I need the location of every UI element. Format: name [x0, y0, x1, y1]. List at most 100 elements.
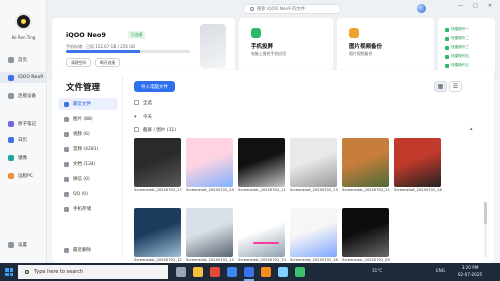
store-icon[interactable] — [261, 267, 271, 277]
file-nav-label: 手机存储 — [73, 207, 91, 212]
disconnect-button[interactable]: 断开连接 — [95, 58, 121, 67]
sidebar-item[interactable]: 日历 — [0, 134, 47, 145]
quick-action-item[interactable]: 快捷操作五 — [445, 63, 469, 68]
search-input[interactable]: 搜索 iQOO Neo9 的文件 — [243, 4, 341, 14]
sidebar-item[interactable]: 首页 — [0, 54, 47, 65]
remote-pc-icon — [8, 172, 14, 179]
brand-logo — [15, 13, 32, 30]
file-nav-item[interactable]: 文档 (134) — [58, 158, 118, 170]
file-thumbnail[interactable] — [186, 138, 233, 187]
selection-highlight — [253, 242, 279, 244]
plus-icon — [8, 92, 14, 99]
feature-title: 手机投屏 — [251, 44, 274, 50]
device-card: iQOO Neo9 已连接 手机存储：已用 152.67 GB / 256 GB… — [52, 18, 235, 74]
search-icon — [25, 270, 29, 274]
audio-icon — [64, 146, 69, 152]
sidebar-item-label: 原子笔记 — [18, 121, 36, 127]
quick-action-label: 快捷操作五 — [451, 63, 469, 67]
quick-action-icon — [445, 54, 449, 59]
weather-text[interactable]: 31°C — [372, 268, 382, 273]
file-explorer-icon[interactable] — [193, 267, 203, 277]
collapse-icon[interactable]: ▾ — [134, 114, 137, 120]
quick-action-icon — [445, 45, 449, 50]
task-view-icon[interactable] — [176, 267, 186, 277]
file-nav-item[interactable]: 最近文件 — [58, 98, 118, 110]
file-thumbnail[interactable] — [394, 138, 441, 187]
app-icon[interactable] — [295, 267, 305, 277]
taskbar-search-input[interactable]: Type here to search — [18, 265, 168, 279]
sidebar: Ke Ren Ting 首页 iQOO Neo9 连接设备 原子笔记 日历 镜像 远程PC … — [0, 0, 47, 263]
sidebar-item-settings[interactable]: 设置 — [0, 239, 47, 250]
quick-action-item[interactable]: 快捷操作一 — [445, 27, 469, 32]
chevron-up-icon[interactable]: ▴ — [470, 126, 473, 132]
import-button[interactable]: 导入电脑文件 — [134, 81, 175, 92]
wechat-icon — [64, 176, 69, 182]
storage-bar-fill — [66, 50, 141, 53]
feature-subtitle: 电脑上操控手机应用 — [251, 51, 287, 56]
scrollbar-thumb[interactable] — [484, 202, 487, 224]
chrome-icon[interactable] — [210, 267, 220, 277]
language-indicator[interactable]: ENG — [436, 268, 445, 273]
file-thumbnail[interactable] — [342, 208, 389, 257]
file-nav-item[interactable]: 音频 (4281) — [58, 143, 118, 155]
feature-card-backup[interactable]: 图片视频备份 图片视频备份 — [337, 18, 434, 74]
vivo-office-icon[interactable] — [244, 267, 254, 277]
divider — [122, 76, 123, 257]
file-thumbnail[interactable] — [290, 208, 337, 257]
gear-icon — [8, 241, 14, 248]
quick-action-icon — [445, 36, 449, 41]
minimize-button[interactable]: — — [458, 3, 463, 9]
mirror-icon — [8, 154, 14, 161]
select-all-checkbox[interactable] — [134, 100, 139, 105]
quick-action-item[interactable]: 快捷操作二 — [445, 36, 469, 41]
file-nav-label: 最近文件 — [73, 102, 91, 107]
file-name: Screenshot_20250702_212218.jpg — [342, 188, 390, 192]
quick-action-label: 快捷操作一 — [451, 27, 469, 31]
sidebar-item-label: 日历 — [18, 137, 27, 143]
quick-action-icon — [445, 27, 449, 32]
quick-action-label: 快捷操作三 — [451, 45, 469, 49]
feature-card-screen-cast[interactable]: 手机投屏 电脑上操控手机应用 — [239, 18, 333, 74]
sidebar-item[interactable]: 镜像 — [0, 152, 47, 163]
file-nav-label: 微信 (0) — [73, 177, 90, 182]
file-thumbnail[interactable] — [134, 138, 181, 187]
file-thumbnail[interactable] — [238, 138, 285, 187]
select-all-label: 全选 — [143, 101, 152, 106]
home-icon — [8, 56, 14, 63]
quick-action-item[interactable]: 快捷操作四 — [445, 54, 469, 59]
recently-deleted[interactable]: 最近删除 — [58, 244, 118, 256]
file-name: Screenshot_20250702_160918.jpg — [394, 188, 442, 192]
file-nav-item[interactable]: 手机存储 — [58, 203, 118, 215]
photos-icon[interactable] — [278, 267, 288, 277]
file-thumbnail[interactable] — [186, 208, 233, 257]
close-button[interactable]: ✕ — [488, 3, 492, 9]
document-icon — [64, 161, 69, 167]
file-nav-item[interactable]: QQ (0) — [58, 188, 118, 200]
header: 搜索 iQOO Neo9 的文件 — □ ✕ iQOO Neo9 已连接 手机存… — [47, 0, 500, 80]
file-thumbnail[interactable] — [342, 138, 389, 187]
maximize-button[interactable]: □ — [473, 3, 478, 9]
file-nav-item[interactable]: 图片 (88) — [58, 113, 118, 125]
list-view-button[interactable]: ☰ — [449, 81, 462, 92]
avatar[interactable] — [417, 4, 426, 13]
mail-icon[interactable] — [227, 267, 237, 277]
file-nav-item[interactable]: 微信 (0) — [58, 173, 118, 185]
file-manager-panel: 文件管理 最近文件图片 (88) 视频 (6) 音频 (4281) 文档 (134) 微… — [52, 70, 494, 263]
taskbar: Type here to search 31°C ENG 3:20 PM 02-… — [0, 263, 500, 281]
sidebar-item[interactable]: 连接设备 — [0, 90, 47, 101]
clock[interactable]: 3:20 PM 02-07-2025 — [455, 265, 485, 278]
file-thumbnail[interactable] — [238, 208, 285, 257]
grid-view-button[interactable]: ▦ — [434, 81, 447, 92]
windows-start-icon[interactable] — [5, 268, 13, 276]
sidebar-item[interactable]: 远程PC — [0, 170, 47, 181]
clean-space-button[interactable]: 清理空间 — [66, 58, 92, 67]
file-nav-item[interactable]: 视频 (6) — [58, 128, 118, 140]
sidebar-item[interactable]: 原子笔记 — [0, 118, 47, 129]
quick-action-item[interactable]: 快捷操作三 — [445, 45, 469, 50]
group-checkbox[interactable] — [134, 127, 139, 132]
sidebar-item[interactable]: iQOO Neo9 — [0, 72, 47, 83]
page-title: 文件管理 — [66, 83, 101, 93]
scrollbar[interactable] — [484, 202, 487, 258]
file-thumbnail[interactable] — [134, 208, 181, 257]
file-thumbnail[interactable] — [290, 138, 337, 187]
